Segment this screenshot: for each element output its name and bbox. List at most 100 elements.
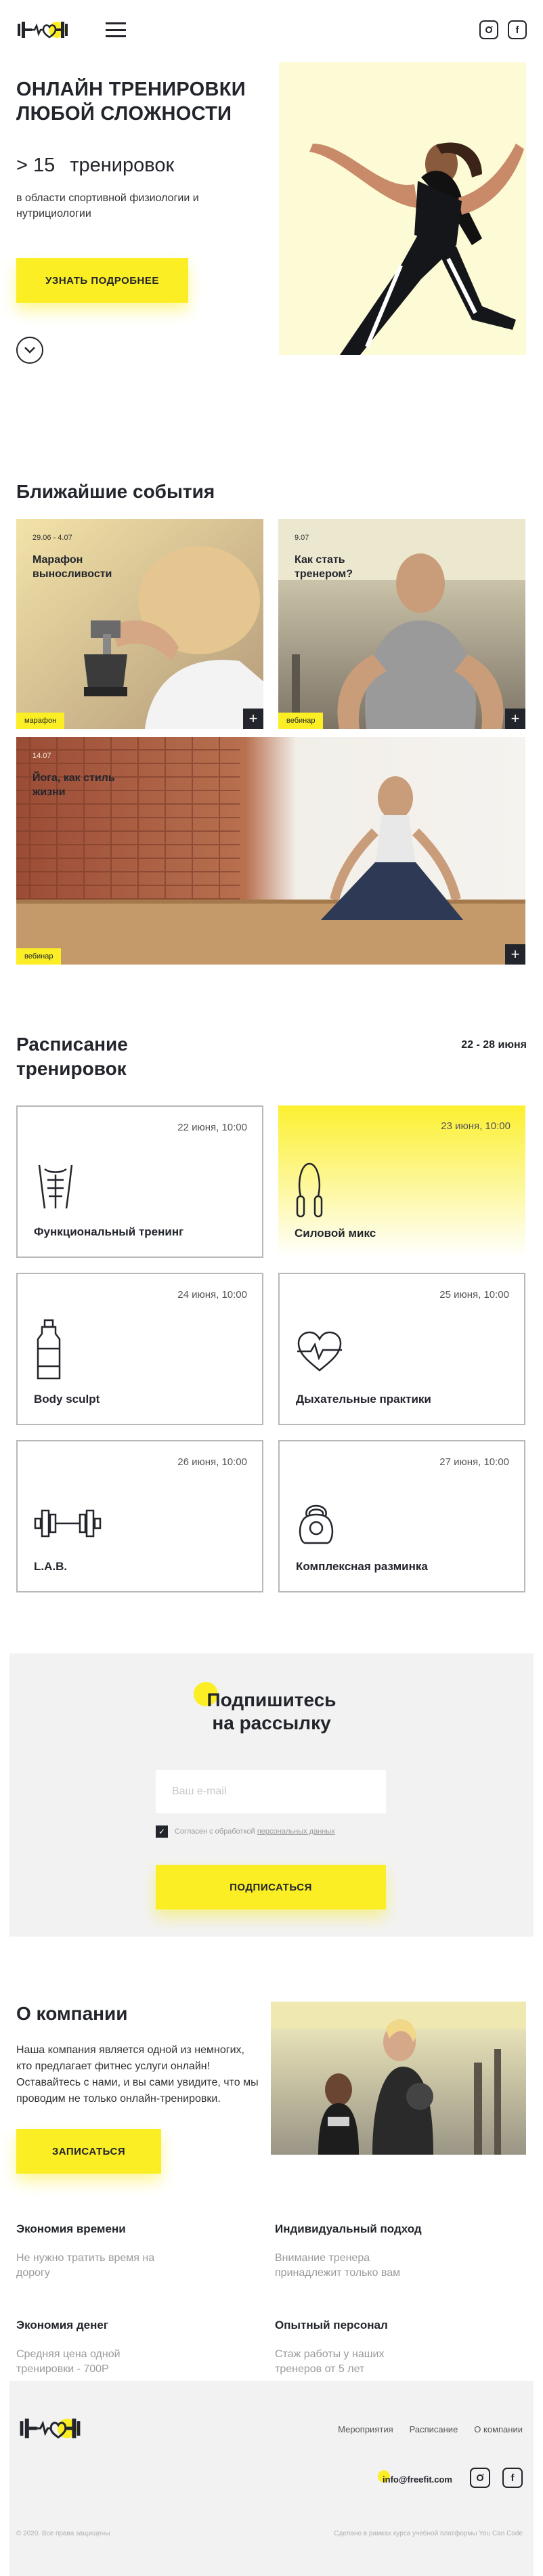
consent-checkbox-row[interactable]: ✓ Согласен с обработкой персональных дан… xyxy=(156,1825,335,1838)
kettlebell-icon xyxy=(299,1504,334,1544)
feature-title: Опытный персонал xyxy=(275,2319,388,2331)
schedule-date-range[interactable]: 22 - 28 июня xyxy=(461,1039,527,1051)
footer-nav-schedule[interactable]: Расписание xyxy=(410,2424,458,2434)
facebook-icon[interactable]: f xyxy=(502,2468,523,2488)
jump-rope-icon xyxy=(296,1162,323,1218)
event-card-coach[interactable]: 9.07 Как стать тренером? вебинар + xyxy=(278,519,525,729)
schedule-card-date: 26 июня, 10:00 xyxy=(177,1456,247,1468)
feature-title: Экономия денег xyxy=(16,2319,108,2331)
schedule-header: Расписание тренировок 22 - 28 июня xyxy=(16,1032,527,1081)
instagram-icon[interactable] xyxy=(479,20,498,39)
schedule-card-name: Дыхательные практики xyxy=(296,1393,431,1406)
schedule-card[interactable]: 25 июня, 10:00 Дыхательные практики xyxy=(278,1273,525,1425)
footer-email-link[interactable]: info@freefit.com xyxy=(383,2474,452,2485)
schedule-section: Расписание тренировок 22 - 28 июня 22 ию… xyxy=(0,1032,543,1592)
schedule-card-name: L.A.B. xyxy=(34,1560,68,1573)
event-date: 14.07 xyxy=(32,752,51,760)
events-section: Ближайшие события 29.06 - 4.07 Марафон в… xyxy=(0,480,543,965)
schedule-card-date: 27 июня, 10:00 xyxy=(439,1456,509,1468)
about-text: О компании Наша компания является одной … xyxy=(16,2002,260,2174)
event-coach-photo xyxy=(278,519,525,729)
feature-item: Опытный персонал Стаж работы у наших тре… xyxy=(275,2319,527,2377)
event-title: Марафон выносливости xyxy=(32,554,112,580)
event-title: Как стать тренером? xyxy=(295,554,353,580)
dumbbell-icon xyxy=(34,1509,102,1538)
schedule-card-active[interactable]: 23 июня, 10:00 Силовой микс xyxy=(278,1105,525,1258)
page: f ОНЛАЙН ТРЕНИРОВКИ ЛЮБОЙ СЛОЖНОСТИ > 15… xyxy=(0,0,543,2576)
feature-text: Не нужно тратить время на дорогу xyxy=(16,2252,155,2279)
schedule-card[interactable]: 22 июня, 10:00 Функциональный тренинг xyxy=(16,1105,263,1258)
footer-nav-about[interactable]: О компании xyxy=(474,2424,523,2434)
hero-runner-image xyxy=(279,62,526,355)
personal-data-link[interactable]: персональных данных xyxy=(257,1828,335,1836)
events-title: Ближайшие события xyxy=(16,481,215,502)
about-section: О компании Наша компания является одной … xyxy=(0,2002,543,2381)
consent-label: Согласен с обработкой xyxy=(175,1828,255,1836)
event-tag: марафон xyxy=(16,713,65,729)
learn-more-button[interactable]: УЗНАТЬ ПОДРОБНЕЕ xyxy=(16,258,188,303)
subscribe-button[interactable]: ПОДПИСАТЬСЯ xyxy=(156,1865,386,1909)
header-social: f xyxy=(479,20,527,39)
hero-count: > 15 тренировок xyxy=(16,154,274,177)
feature-title: Индивидуальный подход xyxy=(275,2222,422,2235)
header: f xyxy=(0,0,543,60)
add-event-button[interactable]: + xyxy=(505,709,525,729)
schedule-card-name: Силовой микс xyxy=(295,1227,376,1240)
water-bottle-icon xyxy=(37,1319,61,1380)
heartbeat-icon xyxy=(297,1331,342,1372)
about-gym-photo xyxy=(271,2002,526,2155)
abs-torso-icon xyxy=(38,1164,73,1209)
event-date: 29.06 - 4.07 xyxy=(32,534,72,542)
footer-nav: Мероприятия Расписание О компании xyxy=(338,2424,523,2434)
schedule-card[interactable]: 24 июня, 10:00 Body sculpt xyxy=(16,1273,263,1425)
schedule-card-date: 25 июня, 10:00 xyxy=(439,1289,509,1301)
email-input[interactable] xyxy=(156,1770,386,1813)
about-title: О компании xyxy=(16,2003,128,2024)
footer: Мероприятия Расписание О компании info@f… xyxy=(9,2381,534,2576)
feature-item: Экономия времени Не нужно тратить время … xyxy=(16,2222,268,2281)
copyright: © 2020. Все права защищены xyxy=(16,2530,110,2537)
schedule-grid: 22 июня, 10:00 Функциональный тренинг 23… xyxy=(16,1105,527,1592)
facebook-icon[interactable]: f xyxy=(508,20,527,39)
schedule-card[interactable]: 26 июня, 10:00 L.A.B. xyxy=(16,1440,263,1592)
event-card-yoga[interactable]: 14.07 Йога, как стиль жизни вебинар + xyxy=(16,737,525,965)
event-tag: вебинар xyxy=(16,948,62,965)
schedule-card[interactable]: 27 июня, 10:00 Комплексная разминка xyxy=(278,1440,525,1592)
hero-count-label: тренировок xyxy=(70,154,175,176)
chevron-down-circle-icon[interactable] xyxy=(16,337,43,364)
schedule-card-name: Функциональный тренинг xyxy=(34,1225,184,1238)
features-grid: Экономия времени Не нужно тратить время … xyxy=(16,2222,527,2377)
events-grid: 29.06 - 4.07 Марафон выносливости марафо… xyxy=(16,519,527,965)
barbell-heart-logo-icon xyxy=(18,22,68,39)
barbell-heart-logo-icon xyxy=(20,2418,81,2439)
feature-text: Средняя цена одной тренировки - 700Р xyxy=(16,2348,121,2375)
schedule-card-date: 24 июня, 10:00 xyxy=(177,1289,247,1301)
hero-subtitle: в области спортивной физиологии и нутриц… xyxy=(16,192,199,219)
instagram-icon[interactable] xyxy=(470,2468,490,2488)
footer-social: f xyxy=(470,2468,523,2488)
event-tag: вебинар xyxy=(278,713,324,729)
checkbox-checked-icon[interactable]: ✓ xyxy=(156,1825,168,1838)
schedule-card-date: 22 июня, 10:00 xyxy=(177,1122,247,1133)
footer-nav-events[interactable]: Мероприятия xyxy=(338,2424,393,2434)
event-title: Йога, как стиль жизни xyxy=(32,772,115,798)
feature-text: Внимание тренера принадлежит только вам xyxy=(275,2252,401,2279)
add-event-button[interactable]: + xyxy=(505,944,525,965)
logo[interactable] xyxy=(16,20,69,40)
schedule-card-name: Body sculpt xyxy=(34,1393,100,1406)
subscribe-title: Подпишитесь на рассылку xyxy=(9,1689,534,1735)
event-date: 9.07 xyxy=(295,534,309,542)
add-event-button[interactable]: + xyxy=(243,709,263,729)
feature-text: Стаж работы у наших тренеров от 5 лет xyxy=(275,2348,385,2375)
schedule-card-name: Комплексная разминка xyxy=(296,1560,428,1573)
hero-text: ОНЛАЙН ТРЕНИРОВКИ ЛЮБОЙ СЛОЖНОСТИ > 15 тр… xyxy=(16,77,274,364)
hero-title: ОНЛАЙН ТРЕНИРОВКИ ЛЮБОЙ СЛОЖНОСТИ xyxy=(16,79,246,125)
signup-button[interactable]: ЗАПИСАТЬСЯ xyxy=(16,2129,161,2174)
hamburger-menu-icon[interactable] xyxy=(106,22,126,37)
footer-logo[interactable] xyxy=(16,2416,84,2444)
schedule-title: Расписание тренировок xyxy=(16,1034,128,1079)
hero-count-value: > 15 xyxy=(16,154,56,176)
event-card-marathon[interactable]: 29.06 - 4.07 Марафон выносливости марафо… xyxy=(16,519,263,729)
feature-item: Экономия денег Средняя цена одной тренир… xyxy=(16,2319,268,2377)
feature-title: Экономия времени xyxy=(16,2222,126,2235)
